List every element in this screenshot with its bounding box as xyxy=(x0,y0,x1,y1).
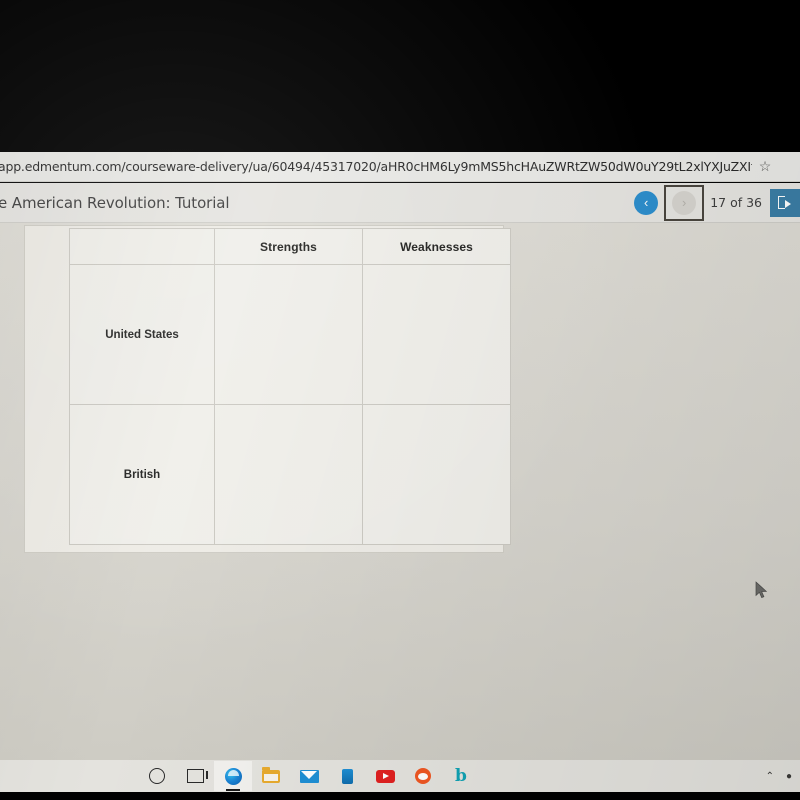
reddit-icon xyxy=(415,768,431,784)
tray-extra-icon[interactable]: ● xyxy=(786,771,792,782)
drop-zone-us-weaknesses[interactable] xyxy=(362,264,511,405)
previous-page-button[interactable]: ‹ xyxy=(634,190,659,215)
activity-container: Strengths Weaknesses United States Briti… xyxy=(24,225,511,553)
mail-icon xyxy=(299,769,319,783)
youtube-icon xyxy=(375,769,395,783)
page-counter: 17 of 36 xyxy=(710,195,762,210)
taskbar-button-mail[interactable] xyxy=(290,761,328,791)
page-title: e American Revolution: Tutorial xyxy=(0,193,230,212)
strengths-weaknesses-table-wrapper: Strengths Weaknesses United States Briti… xyxy=(69,228,511,545)
exit-button[interactable] xyxy=(770,188,800,217)
strengths-weaknesses-table: Strengths Weaknesses United States Briti… xyxy=(69,228,511,545)
drop-zone-british-strengths[interactable] xyxy=(214,404,363,545)
table-header-row: Strengths Weaknesses xyxy=(69,228,511,265)
taskbar-button-taskview[interactable] xyxy=(176,761,214,791)
microsoft-store-icon xyxy=(341,768,353,784)
next-page-button[interactable]: › xyxy=(672,190,697,215)
browser-address-bar[interactable]: app.edmentum.com/courseware-delivery/ua/… xyxy=(0,152,800,182)
taskbar-button-reddit[interactable] xyxy=(404,761,442,791)
row-label-united-states: United States xyxy=(69,264,215,405)
table-corner-cell xyxy=(69,228,215,265)
taskbar-button-store[interactable] xyxy=(328,761,366,791)
taskbar-button-cortana[interactable] xyxy=(138,761,176,791)
lesson-paper: Strengths Weaknesses United States Briti… xyxy=(0,223,800,760)
monitor-bezel-top xyxy=(0,0,800,152)
taskbar-button-folder[interactable] xyxy=(252,761,290,791)
lesson-header-bar: e American Revolution: Tutorial ‹ › 17 o… xyxy=(0,183,800,223)
lesson-content-area: Strengths Weaknesses United States Briti… xyxy=(0,223,800,760)
table-row: United States xyxy=(69,264,511,405)
column-header-weaknesses: Weaknesses xyxy=(362,228,511,265)
answer-tile-tray: poorly equipped and had difficulty payin… xyxy=(0,578,800,760)
table-row: British xyxy=(69,404,511,545)
monitor-bezel-bottom xyxy=(0,792,800,800)
address-bar-url[interactable]: app.edmentum.com/courseware-delivery/ua/… xyxy=(0,159,752,174)
system-tray: ⌃ ● xyxy=(766,771,800,782)
edge-icon xyxy=(224,767,242,785)
screen-photo: app.edmentum.com/courseware-delivery/ua/… xyxy=(0,0,800,800)
column-header-strengths: Strengths xyxy=(214,228,363,265)
cortana-search-icon xyxy=(149,768,165,784)
taskbar-button-bing[interactable]: b xyxy=(442,761,480,791)
taskbar-icons: b xyxy=(0,761,480,791)
bing-icon: b xyxy=(455,765,467,786)
drop-zone-british-weaknesses[interactable] xyxy=(362,404,511,545)
lesson-navigation: ‹ › 17 of 36 xyxy=(634,184,800,221)
task-view-icon xyxy=(186,769,208,783)
taskbar-button-edge[interactable] xyxy=(214,761,252,791)
next-page-button-focus-ring[interactable]: › xyxy=(664,184,705,221)
star-icon[interactable]: ☆ xyxy=(752,158,800,175)
row-label-british: British xyxy=(69,404,215,545)
show-hidden-icons-chevron-icon[interactable]: ⌃ xyxy=(766,771,774,782)
windows-taskbar: b ⌃ ● xyxy=(0,760,800,792)
exit-icon xyxy=(778,196,792,209)
file-explorer-icon xyxy=(262,766,280,783)
drop-zone-us-strengths[interactable] xyxy=(214,264,363,405)
taskbar-button-youtube[interactable] xyxy=(366,761,404,791)
